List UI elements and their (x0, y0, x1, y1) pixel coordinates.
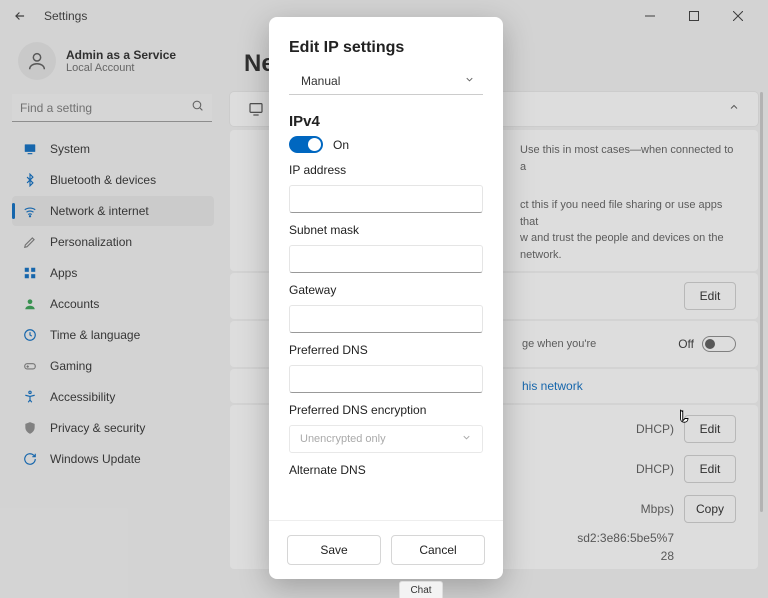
chat-dock[interactable]: Chat (399, 581, 443, 598)
edit-ip-settings-dialog: Edit IP settings Manual IPv4 On IP addre… (269, 17, 503, 579)
ip-address-input[interactable] (289, 185, 483, 213)
preferred-dns-label: Preferred DNS (289, 343, 483, 357)
dialog-title: Edit IP settings (289, 39, 483, 57)
preferred-dns-input[interactable] (289, 365, 483, 393)
gateway-label: Gateway (289, 283, 483, 297)
ipv4-heading: IPv4 (289, 113, 483, 130)
gateway-input[interactable] (289, 305, 483, 333)
chevron-down-icon (461, 432, 472, 446)
toggle-switch-on[interactable] (289, 136, 323, 153)
subnet-mask-input[interactable] (289, 245, 483, 273)
alternate-dns-label: Alternate DNS (289, 463, 483, 477)
save-button[interactable]: Save (287, 535, 381, 565)
ipv4-toggle[interactable]: On (289, 136, 483, 153)
preferred-dns-encryption-select: Unencrypted only (289, 425, 483, 453)
chevron-down-icon (464, 74, 475, 88)
cancel-button[interactable]: Cancel (391, 535, 485, 565)
ip-address-label: IP address (289, 163, 483, 177)
preferred-dns-encryption-label: Preferred DNS encryption (289, 403, 483, 417)
subnet-mask-label: Subnet mask (289, 223, 483, 237)
ip-mode-select[interactable]: Manual (289, 67, 483, 95)
